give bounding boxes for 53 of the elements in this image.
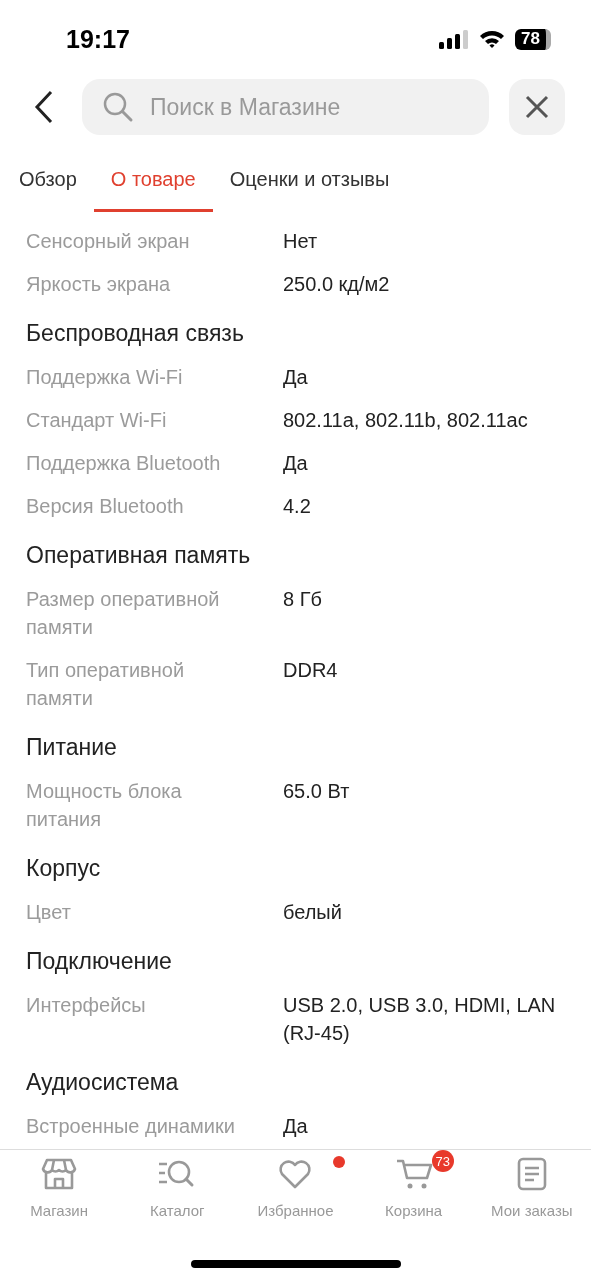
spec-value: 8 Гб <box>283 587 323 612</box>
spec-label: Интерфейсы <box>26 993 147 1018</box>
signal-icon <box>439 29 469 49</box>
nav-label: Мои заказы <box>491 1202 573 1219</box>
spec-value: Да <box>283 1114 309 1139</box>
section-title: Аудиосистема <box>26 1067 180 1097</box>
nav-item[interactable]: Мои заказы <box>472 1154 591 1234</box>
spec-label: Тип оперативной памяти <box>26 658 186 711</box>
tab[interactable]: О товаре <box>93 150 213 212</box>
spec-label: Сенсорный экран <box>26 229 191 254</box>
nav-label: Избранное <box>257 1202 334 1219</box>
spec-value: Да <box>283 451 309 476</box>
spec-value: 250.0 кд/м2 <box>283 272 391 297</box>
battery-icon: 78 <box>515 28 551 50</box>
spec-value: 4.2 <box>283 494 312 519</box>
spec-label: Стандарт Wi-Fi <box>26 408 168 433</box>
store-icon[interactable] <box>41 1156 78 1192</box>
status-time: 19:17 <box>66 24 130 54</box>
wifi-icon <box>479 29 505 49</box>
close-button[interactable] <box>509 79 565 135</box>
tab[interactable]: Оценки и отзывы <box>212 150 407 212</box>
spec-label: Мощность блока питания <box>26 779 183 832</box>
nav-item[interactable]: Избранное <box>236 1154 355 1234</box>
nav-label: Каталог <box>150 1202 205 1219</box>
tab[interactable]: Обзор <box>2 150 94 212</box>
search-field[interactable]: Поиск в Магазине <box>82 79 489 135</box>
nav-item[interactable]: Магазин <box>0 1154 119 1234</box>
spec-value: DDR4 <box>283 658 339 683</box>
nav-item[interactable]: Каталог <box>118 1154 237 1234</box>
spec-value: 65.0 Вт <box>283 779 351 804</box>
search-icon <box>102 91 134 123</box>
spec-value: Нет <box>283 229 319 254</box>
section-title: Беспроводная связь <box>26 318 245 348</box>
close-icon <box>524 94 550 120</box>
nav-label: Магазин <box>30 1202 89 1219</box>
section-title: Питание <box>26 732 118 762</box>
section-title: Оперативная память <box>26 540 252 570</box>
spec-value: Да <box>283 365 309 390</box>
spec-value: 802.11a, 802.11b, 802.11ac <box>283 408 529 433</box>
spec-label: Поддержка Wi-Fi <box>26 365 184 390</box>
spec-label: Встроенные динамики <box>26 1114 236 1139</box>
spec-label: Размер оперативной памяти <box>26 587 221 640</box>
nav-label: Корзина <box>385 1202 443 1219</box>
spec-label: Цвет <box>26 900 72 925</box>
back-icon[interactable] <box>34 90 54 124</box>
section-title: Корпус <box>26 853 102 883</box>
spec-label: Поддержка Bluetooth <box>26 451 222 476</box>
spec-value: белый <box>283 900 343 925</box>
spec-value: USB 2.0, USB 3.0, HDMI, LAN (RJ-45) <box>283 993 557 1046</box>
spec-label: Яркость экрана <box>26 272 172 297</box>
cart-count: 73 <box>431 1150 454 1172</box>
section-title: Подключение <box>26 946 173 976</box>
spec-label: Версия Bluetooth <box>26 494 185 519</box>
